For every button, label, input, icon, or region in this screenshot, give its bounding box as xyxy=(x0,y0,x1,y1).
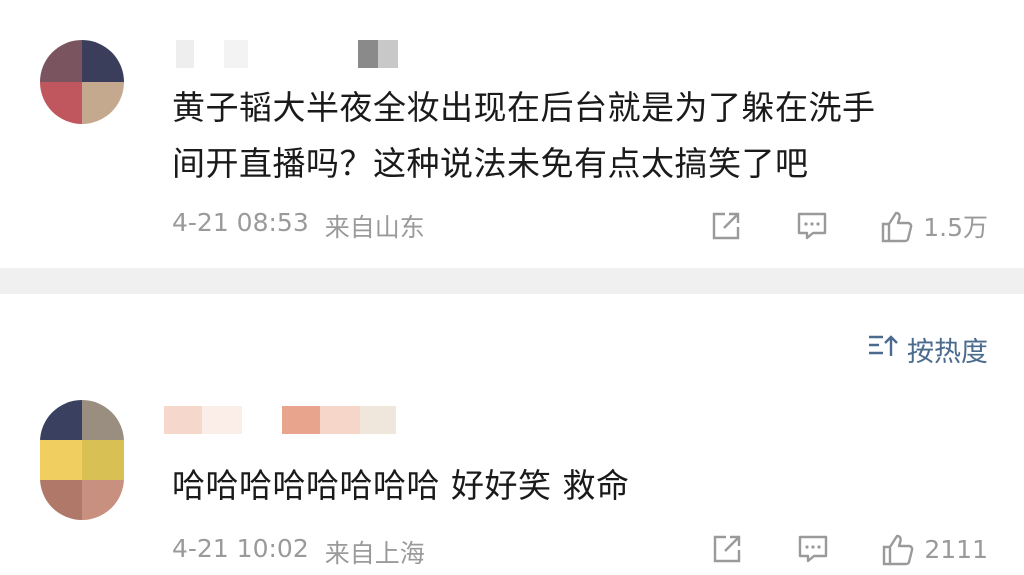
sort-by-hot-button[interactable]: 按热度 xyxy=(867,330,988,369)
comment-date: 4-21 10:02 xyxy=(172,534,309,563)
comment-date: 4-21 08:53 xyxy=(172,208,309,237)
sort-label: 按热度 xyxy=(907,337,988,368)
avatar[interactable] xyxy=(40,40,124,124)
avatar[interactable] xyxy=(40,400,124,520)
sort-icon xyxy=(867,333,899,366)
comment-icon[interactable] xyxy=(795,209,829,243)
comment-actions: 2111 xyxy=(710,532,988,566)
comment-meta: 4-21 08:53 来自山东 xyxy=(172,208,425,244)
comment-text: 黄子韬大半夜全妆出现在后台就是为了躲在洗手 间开直播吗？这种说法未免有点太搞笑了… xyxy=(172,80,876,192)
like-count: 2111 xyxy=(924,534,988,564)
comment-actions: 1.5万 xyxy=(709,208,988,244)
thumbs-up-icon xyxy=(879,209,913,243)
comment-line: 黄子韬大半夜全妆出现在后台就是为了躲在洗手 xyxy=(172,88,876,127)
comment-meta: 4-21 10:02 来自上海 xyxy=(172,534,425,570)
username-blurred[interactable] xyxy=(164,406,396,434)
like-button[interactable]: 1.5万 xyxy=(879,208,988,244)
username-blurred[interactable] xyxy=(176,40,398,68)
comment-card-1: 黄子韬大半夜全妆出现在后台就是为了躲在洗手 间开直播吗？这种说法未免有点太搞笑了… xyxy=(0,0,1024,268)
comment-location: 来自山东 xyxy=(324,213,425,242)
comment-line: 哈哈哈哈哈哈哈哈 好好笑 救命 xyxy=(172,466,630,505)
comment-location: 来自上海 xyxy=(324,539,425,568)
share-icon[interactable] xyxy=(710,532,744,566)
thumbs-up-icon xyxy=(880,532,914,566)
share-icon[interactable] xyxy=(709,209,743,243)
comment-icon[interactable] xyxy=(796,532,830,566)
like-button[interactable]: 2111 xyxy=(880,532,988,566)
like-count: 1.5万 xyxy=(923,213,988,242)
comment-line: 间开直播吗？这种说法未免有点太搞笑了吧 xyxy=(172,144,809,183)
section-divider xyxy=(0,268,1024,294)
comment-text: 哈哈哈哈哈哈哈哈 好好笑 救命 xyxy=(172,458,629,514)
